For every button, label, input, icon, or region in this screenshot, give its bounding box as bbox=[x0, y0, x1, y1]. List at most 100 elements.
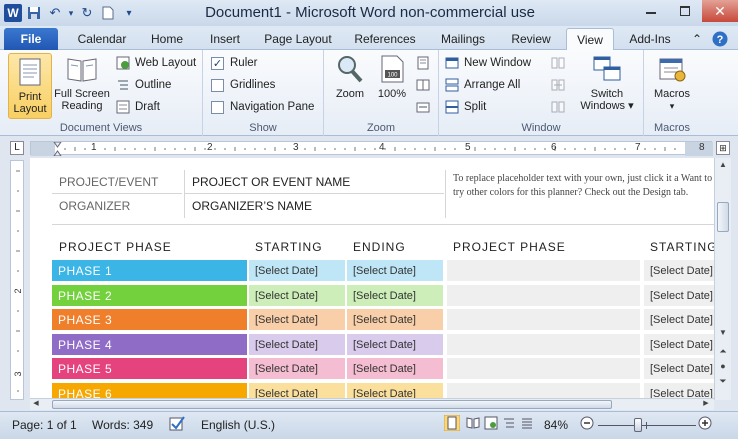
scroll-left-icon[interactable]: ◀ bbox=[30, 399, 42, 410]
phase-name-field-empty[interactable] bbox=[447, 358, 640, 379]
gridlines-checkbox[interactable]: Gridlines bbox=[211, 76, 275, 94]
switch-windows-button[interactable]: Switch Windows ▾ bbox=[577, 53, 637, 112]
draft-button[interactable]: Draft bbox=[116, 98, 160, 116]
end-date-field[interactable]: [Select Date] bbox=[347, 358, 443, 379]
tab-insert[interactable]: Insert bbox=[200, 28, 250, 50]
proofing-icon[interactable] bbox=[168, 415, 186, 436]
tab-review[interactable]: Review bbox=[504, 28, 558, 50]
tab-calendar[interactable]: Calendar bbox=[70, 28, 134, 50]
start-date-field-2[interactable]: [Select Date] bbox=[644, 285, 714, 306]
organizer-name-field[interactable]: ORGANIZER’S NAME bbox=[184, 194, 444, 218]
undo-dropdown-icon[interactable]: ▾ bbox=[67, 4, 75, 22]
end-date-field[interactable]: [Select Date] bbox=[347, 260, 443, 281]
zoom-in-icon[interactable] bbox=[698, 416, 712, 433]
vertical-scroll-thumb[interactable] bbox=[717, 202, 729, 232]
new-window-button[interactable]: New Window bbox=[445, 54, 531, 72]
redo-icon[interactable]: ↻ bbox=[78, 4, 96, 22]
scroll-up-icon[interactable]: ▲ bbox=[717, 160, 729, 172]
word-count[interactable]: Words: 349 bbox=[92, 418, 153, 432]
start-date-field-2[interactable]: [Select Date] bbox=[644, 358, 714, 379]
start-date-field[interactable]: [Select Date] bbox=[249, 260, 345, 281]
scroll-right-icon[interactable]: ▶ bbox=[700, 399, 712, 410]
tab-selector-button[interactable]: L bbox=[10, 141, 24, 155]
start-date-field[interactable]: [Select Date] bbox=[249, 334, 345, 355]
macros-group-label: Macros bbox=[653, 122, 691, 134]
end-date-field[interactable]: [Select Date] bbox=[347, 334, 443, 355]
zoom-level[interactable]: 84% bbox=[544, 418, 568, 432]
zoom-100-button[interactable]: 100 100% bbox=[372, 53, 412, 100]
view-ruler-button[interactable]: ⊞ bbox=[716, 141, 730, 155]
start-date-field[interactable]: [Select Date] bbox=[249, 285, 345, 306]
phase-name-field-empty[interactable] bbox=[447, 285, 640, 306]
divider bbox=[52, 224, 714, 225]
outline-view-icon[interactable] bbox=[502, 416, 516, 433]
print-layout-button[interactable]: Print Layout bbox=[8, 53, 52, 119]
start-date-field-2[interactable]: [Select Date] bbox=[644, 309, 714, 330]
ruler-number: 1 bbox=[91, 142, 97, 153]
scroll-down-icon[interactable]: ▼ bbox=[717, 328, 729, 340]
ruler-checkbox[interactable]: ✓ Ruler bbox=[211, 54, 257, 72]
arrange-all-button[interactable]: Arrange All bbox=[445, 76, 520, 94]
next-page-icon[interactable]: ⏷ bbox=[717, 376, 729, 388]
phase-name-field-empty[interactable] bbox=[447, 260, 640, 281]
full-screen-reading-button[interactable]: Full Screen Reading bbox=[53, 53, 111, 112]
customize-qat-icon[interactable]: ▾ bbox=[120, 4, 138, 22]
zoom-button[interactable]: Zoom bbox=[330, 53, 370, 100]
close-button[interactable]: ✕ bbox=[702, 0, 738, 22]
undo-icon[interactable]: ↶ bbox=[46, 4, 64, 22]
outline-button[interactable]: Outline bbox=[116, 76, 171, 94]
page-width-button[interactable] bbox=[416, 98, 435, 116]
help-icon[interactable]: ? bbox=[710, 28, 730, 50]
phase-name-field-empty[interactable] bbox=[447, 334, 640, 355]
document-page[interactable]: PROJECT/EVENT PROJECT OR EVENT NAME ORGA… bbox=[30, 158, 714, 400]
full-screen-view-icon[interactable] bbox=[466, 416, 480, 433]
tab-home[interactable]: Home bbox=[140, 28, 194, 50]
minimize-button[interactable] bbox=[634, 0, 668, 22]
start-date-field-2[interactable]: [Select Date] bbox=[644, 334, 714, 355]
navigation-pane-checkbox[interactable]: Navigation Pane bbox=[211, 98, 314, 116]
zoom-slider-thumb[interactable] bbox=[634, 418, 642, 432]
vertical-ruler[interactable]: 2 3 bbox=[10, 160, 24, 400]
synchronous-scrolling-button[interactable] bbox=[551, 76, 570, 94]
end-date-field[interactable]: [Select Date] bbox=[347, 309, 443, 330]
print-layout-view-icon[interactable] bbox=[443, 414, 461, 434]
tab-file[interactable]: File bbox=[4, 28, 58, 50]
tab-references[interactable]: References bbox=[348, 28, 422, 50]
split-button[interactable]: Split bbox=[445, 98, 486, 116]
zoom-slider-track[interactable] bbox=[598, 425, 696, 426]
two-pages-button[interactable] bbox=[416, 76, 435, 94]
previous-page-icon[interactable]: ⏶ bbox=[717, 346, 729, 358]
maximize-button[interactable] bbox=[668, 0, 702, 22]
vertical-scrollbar[interactable]: ▲ ▼ ⏶ ● ⏷ bbox=[714, 158, 731, 400]
horizontal-scroll-thumb[interactable] bbox=[52, 400, 612, 409]
horizontal-scrollbar[interactable]: ◀ ▶ bbox=[30, 398, 714, 410]
reset-window-position-button[interactable] bbox=[551, 98, 570, 116]
arrange-all-icon bbox=[445, 78, 459, 92]
start-date-field[interactable]: [Select Date] bbox=[249, 309, 345, 330]
window-title: Document1 - Microsoft Word non-commercia… bbox=[205, 4, 535, 21]
end-date-field[interactable]: [Select Date] bbox=[347, 285, 443, 306]
project-event-name-field[interactable]: PROJECT OR EVENT NAME bbox=[184, 170, 444, 194]
tab-add-ins[interactable]: Add-Ins bbox=[622, 28, 678, 50]
zoom-out-icon[interactable] bbox=[580, 416, 594, 433]
group-window: New Window Arrange All Split Switch Wind… bbox=[439, 50, 644, 136]
horizontal-ruler[interactable]: 1 2 3 4 5 6 7 8 bbox=[30, 141, 713, 156]
tab-view[interactable]: View bbox=[566, 28, 614, 51]
start-date-field-2[interactable]: [Select Date] bbox=[644, 260, 714, 281]
view-side-by-side-button[interactable] bbox=[551, 54, 570, 72]
tab-mailings[interactable]: Mailings bbox=[432, 28, 494, 50]
page-count[interactable]: Page: 1 of 1 bbox=[12, 418, 77, 432]
select-browse-object-icon[interactable]: ● bbox=[717, 361, 729, 373]
web-layout-view-icon[interactable] bbox=[484, 416, 498, 433]
macros-button[interactable]: Macros ▾ bbox=[650, 53, 694, 112]
new-document-icon[interactable] bbox=[99, 4, 117, 22]
start-date-field[interactable]: [Select Date] bbox=[249, 358, 345, 379]
draft-view-icon[interactable] bbox=[520, 416, 534, 433]
web-layout-button[interactable]: Web Layout bbox=[116, 54, 196, 72]
language-indicator[interactable]: English (U.S.) bbox=[201, 418, 275, 432]
one-page-button[interactable] bbox=[416, 54, 435, 72]
phase-name-field-empty[interactable] bbox=[447, 309, 640, 330]
minimize-ribbon-icon[interactable]: ⌃ bbox=[688, 28, 706, 50]
save-icon[interactable] bbox=[25, 4, 43, 22]
tab-page-layout[interactable]: Page Layout bbox=[258, 28, 338, 50]
